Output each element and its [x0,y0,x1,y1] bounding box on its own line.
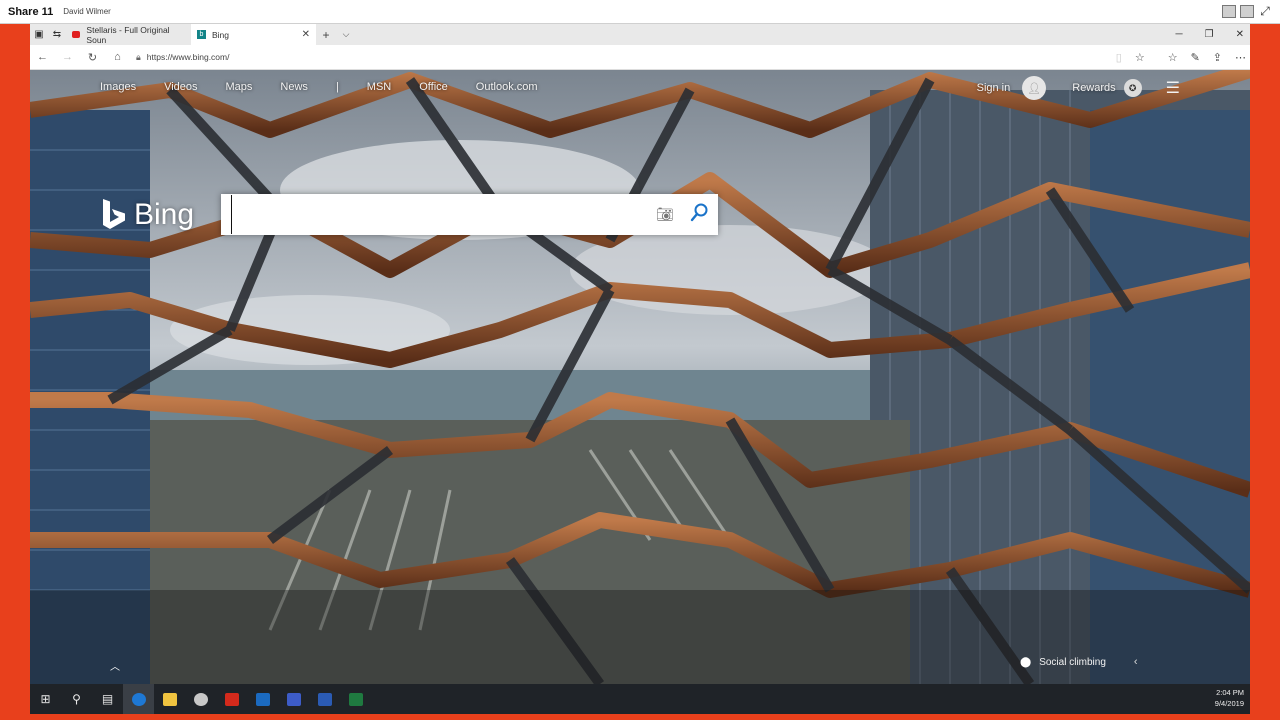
close-window-icon[interactable]: ✕ [1236,29,1244,40]
tab-preview-icon[interactable]: ⇆ [48,24,66,45]
image-caption[interactable]: Social climbing [1039,657,1106,668]
previous-image-chevron-icon[interactable]: ‹ [1134,656,1138,668]
bing-top-nav: Images Videos Maps News | MSN Office Out… [100,81,566,93]
nav-office[interactable]: Office [419,81,448,93]
page-content: Images Videos Maps News | MSN Office Out… [30,70,1250,684]
scroll-up-chevron-icon[interactable]: ︿ [110,658,120,673]
back-icon[interactable]: ← [30,51,55,63]
more-icon[interactable]: ⋯ [1235,51,1246,64]
system-clock[interactable]: 2:04 PM 9/4/2019 [1215,687,1244,709]
app-share-icon[interactable] [185,684,216,714]
camera-icon[interactable]: 📷︎ [650,206,680,223]
nav-images[interactable]: Images [100,81,136,93]
tab-stellaris[interactable]: Stellaris - Full Original Soun [66,24,191,45]
bing-account-area: Sign in 👤︎ Rewards ✪ ☰ [977,76,1180,100]
task-view-icon[interactable]: ▤ [92,684,123,714]
bing-b-icon [103,199,125,229]
forward-icon[interactable]: → [55,51,80,63]
nav-outlook[interactable]: Outlook.com [476,81,538,93]
hamburger-menu-icon[interactable]: ☰ [1166,78,1180,98]
tab-label: Bing [212,29,230,40]
share-title-bar: Share 11 David Wilmer ⤢ [0,0,1280,24]
nav-videos[interactable]: Videos [164,81,197,93]
nav-msn[interactable]: MSN [367,81,391,93]
favorites-icon[interactable]: ☆ [1168,51,1178,64]
new-tab-button[interactable]: + [316,28,336,42]
search-taskbar-icon[interactable]: ⚲ [61,684,92,714]
bing-logo-text: Bing [134,198,195,231]
nav-divider: | [335,81,339,93]
address-bar: ← → ↻ ⌂ 🔒︎ https://www.bing.com/ ▯ ☆ ☆ ✎… [30,45,1250,70]
favorite-star-icon[interactable]: ☆ [1135,51,1145,64]
layout-single-icon[interactable] [1222,5,1236,18]
fullscreen-icon[interactable]: ⤢ [1258,5,1272,18]
tab-list-chevron-icon[interactable]: ⌵ [336,29,356,40]
avatar-icon[interactable]: 👤︎ [1022,76,1047,100]
share-title: Share 11 [8,5,54,18]
windows-start-icon[interactable]: ⊞ [30,684,61,714]
share-border-left [0,24,30,720]
search-input[interactable] [231,195,650,234]
share-icon[interactable]: ⇪ [1213,51,1222,64]
search-icon [690,203,708,222]
reading-view-icon[interactable]: ▯ [1116,51,1122,64]
background-image [30,70,1250,684]
tab-bar: ▣ ⇆ Stellaris - Full Original Soun b Bin… [30,24,1250,45]
excel-icon[interactable] [340,684,371,714]
home-icon[interactable]: ⌂ [105,51,130,63]
rewards-medal-icon[interactable]: ✪ [1123,79,1142,97]
image-info[interactable]: ⬤ Social climbing ‹ [1020,656,1138,668]
refresh-icon[interactable]: ↻ [80,51,105,64]
edge-browser-icon[interactable] [123,684,154,714]
sign-in-link[interactable]: Sign in [977,82,1011,94]
minimize-icon[interactable]: ─ [1176,29,1183,40]
rewards-link[interactable]: Rewards [1072,82,1115,94]
close-tab-icon[interactable]: ✕ [302,29,310,40]
location-pin-icon: ⬤ [1020,656,1032,668]
file-explorer-icon[interactable] [154,684,185,714]
tab-bing[interactable]: b Bing ✕ [191,24,316,45]
acrobat-icon[interactable] [216,684,247,714]
tab-label: Stellaris - Full Original Soun [86,24,170,45]
share-user: David Wilmer [63,7,111,16]
clock-date: 9/4/2019 [1214,699,1244,708]
windows-taskbar: ⊞ ⚲ ▤ 2:04 PM 9/4/2019 [30,684,1250,714]
window-controls: ─ ❐ ✕ [1176,24,1244,45]
lock-icon: 🔒︎ [136,51,141,62]
bing-favicon-icon: b [197,30,206,39]
set-aside-tabs-icon[interactable]: ▣ [30,24,48,45]
address-bar-actions: ▯ ☆ ☆ ✎ ⇪ ⋯ [1116,45,1246,70]
url-text: https://www.bing.com/ [146,52,230,62]
clock-time: 2:04 PM [1216,688,1244,697]
nav-news[interactable]: News [280,81,308,93]
share-border-right [1250,24,1280,720]
outlook-icon[interactable] [247,684,278,714]
youtube-icon [72,31,81,38]
search-box: 📷︎ [221,194,718,235]
search-button[interactable] [680,202,718,227]
browser-window: ▣ ⇆ Stellaris - Full Original Soun b Bin… [30,24,1250,684]
url-field[interactable]: 🔒︎ https://www.bing.com/ [136,48,1076,67]
share-window-controls: ⤢ [1222,5,1272,18]
bing-logo[interactable]: Bing [100,198,194,232]
pen-icon[interactable]: ✎ [1191,51,1200,64]
layout-split-icon[interactable] [1240,5,1254,18]
restore-icon[interactable]: ❐ [1205,29,1214,40]
word-icon[interactable] [309,684,340,714]
nav-maps[interactable]: Maps [226,81,253,93]
app-blue-icon[interactable] [278,684,309,714]
